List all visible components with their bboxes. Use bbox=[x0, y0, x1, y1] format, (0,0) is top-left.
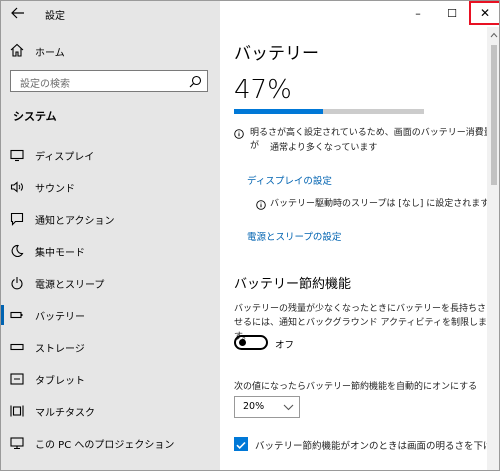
power-sleep-settings-link[interactable]: 電源とスリープの設定 bbox=[247, 229, 341, 243]
sidebar-item-label: 集中モード bbox=[35, 248, 85, 259]
lower-brightness-label: バッテリー節約機能がオンのときは画面の明るさを下げる bbox=[255, 441, 500, 452]
home-label: ホーム bbox=[35, 48, 65, 59]
sidebar-item-label: マルチタスク bbox=[35, 408, 95, 419]
sidebar-item-home[interactable]: ホーム bbox=[1, 37, 220, 63]
sidebar-item-label: ストレージ bbox=[35, 344, 85, 355]
battery-saver-description: バッテリーの残量が少なくなったときにバッテリーを長持ちさせるには、通知とバックグ… bbox=[234, 304, 487, 342]
monitor-icon bbox=[10, 149, 24, 162]
sidebar-item-sound[interactable]: サウンド bbox=[1, 172, 220, 202]
display-settings-link[interactable]: ディスプレイの設定 bbox=[247, 173, 332, 187]
checkmark-icon bbox=[236, 441, 246, 450]
toggle-knob bbox=[239, 339, 246, 346]
scrollbar[interactable] bbox=[487, 27, 499, 470]
info-icon bbox=[234, 129, 244, 139]
section-title: システム bbox=[13, 110, 57, 123]
battery-icon bbox=[10, 311, 23, 319]
maximize-button[interactable]: ☐ bbox=[435, 1, 469, 25]
sidebar-item-focus[interactable]: 集中モード bbox=[1, 236, 220, 266]
sidebar-item-label: バッテリー bbox=[35, 312, 85, 323]
minimize-icon: – bbox=[415, 6, 421, 20]
sidebar-item-notifications[interactable]: 通知とアクション bbox=[1, 204, 220, 234]
search-input[interactable]: 設定の検索 bbox=[10, 70, 208, 92]
sidebar-item-label: 電源とスリープ bbox=[35, 280, 105, 291]
back-arrow-icon bbox=[11, 7, 24, 19]
battery-saver-toggle[interactable] bbox=[234, 335, 268, 350]
sidebar-item-label: サウンド bbox=[35, 184, 75, 195]
sidebar-item-label: この PC へのプロジェクション bbox=[35, 440, 175, 451]
selection-indicator bbox=[1, 305, 4, 325]
info-icon bbox=[256, 200, 266, 210]
toggle-state-label: オフ bbox=[275, 340, 295, 351]
sidebar-item-label: タブレット bbox=[35, 376, 85, 387]
page-title: バッテリー bbox=[234, 44, 319, 64]
sidebar-item-multitasking[interactable]: マルチタスク bbox=[1, 396, 220, 426]
power-icon bbox=[11, 277, 23, 290]
sidebar-item-battery[interactable]: バッテリー bbox=[1, 300, 220, 330]
window-controls: – ☐ ✕ bbox=[401, 1, 499, 27]
battery-progress-bar bbox=[234, 109, 424, 114]
sidebar-item-power[interactable]: 電源とスリープ bbox=[1, 268, 220, 298]
chevron-down-icon bbox=[283, 404, 294, 411]
sidebar: 設定 ホーム 設定の検索 システム ディスプレイ サウンド 通知とアクション 集… bbox=[1, 1, 220, 470]
settings-window: 設定 ホーム 設定の検索 システム ディスプレイ サウンド 通知とアクション 集… bbox=[0, 0, 500, 471]
sleep-info: バッテリー駆動時のスリープは [なし] に設定されます bbox=[270, 199, 490, 209]
scrollbar-thumb[interactable] bbox=[491, 45, 497, 185]
battery-progress-fill bbox=[234, 109, 324, 114]
lower-brightness-checkbox[interactable] bbox=[234, 437, 248, 451]
sidebar-item-storage[interactable]: ストレージ bbox=[1, 332, 220, 362]
battery-saver-title: バッテリー節約機能 bbox=[234, 277, 352, 292]
maximize-icon: ☐ bbox=[447, 6, 457, 20]
back-button[interactable] bbox=[8, 4, 28, 22]
sidebar-item-projection[interactable]: この PC へのプロジェクション bbox=[1, 428, 220, 458]
sidebar-item-label: ディスプレイ bbox=[35, 152, 95, 163]
moon-icon bbox=[11, 244, 24, 258]
app-title: 設定 bbox=[45, 11, 65, 22]
speaker-icon bbox=[10, 181, 23, 193]
storage-icon bbox=[10, 343, 24, 351]
sidebar-item-tablet[interactable]: タブレット bbox=[1, 364, 220, 394]
close-button[interactable]: ✕ bbox=[469, 1, 499, 25]
search-placeholder: 設定の検索 bbox=[20, 79, 70, 90]
titlebar-left: 設定 bbox=[1, 1, 220, 27]
battery-percent: 47% bbox=[234, 75, 292, 105]
home-icon bbox=[10, 43, 24, 57]
main-content: – ☐ ✕ バッテリー 47% 明るさが高く設定されているため、画面のバッテリー… bbox=[220, 1, 500, 470]
sidebar-item-label: 通知とアクション bbox=[35, 216, 115, 227]
search-icon bbox=[189, 75, 202, 88]
projection-icon bbox=[10, 437, 24, 450]
minimize-button[interactable]: – bbox=[401, 1, 435, 25]
auto-threshold-label: 次の値になったらバッテリー節約機能を自動的にオンにする bbox=[234, 382, 478, 392]
sidebar-item-display[interactable]: ディスプレイ bbox=[1, 140, 220, 170]
auto-threshold-select[interactable]: 20% bbox=[234, 396, 300, 418]
scroll-up-arrow-icon[interactable] bbox=[490, 31, 498, 39]
close-icon: ✕ bbox=[479, 6, 491, 20]
tablet-icon bbox=[10, 373, 24, 385]
multitask-icon bbox=[10, 405, 24, 417]
notification-icon bbox=[10, 212, 24, 226]
select-value: 20% bbox=[243, 401, 265, 412]
brightness-info-line2: 通常より多くなっています bbox=[270, 143, 378, 153]
